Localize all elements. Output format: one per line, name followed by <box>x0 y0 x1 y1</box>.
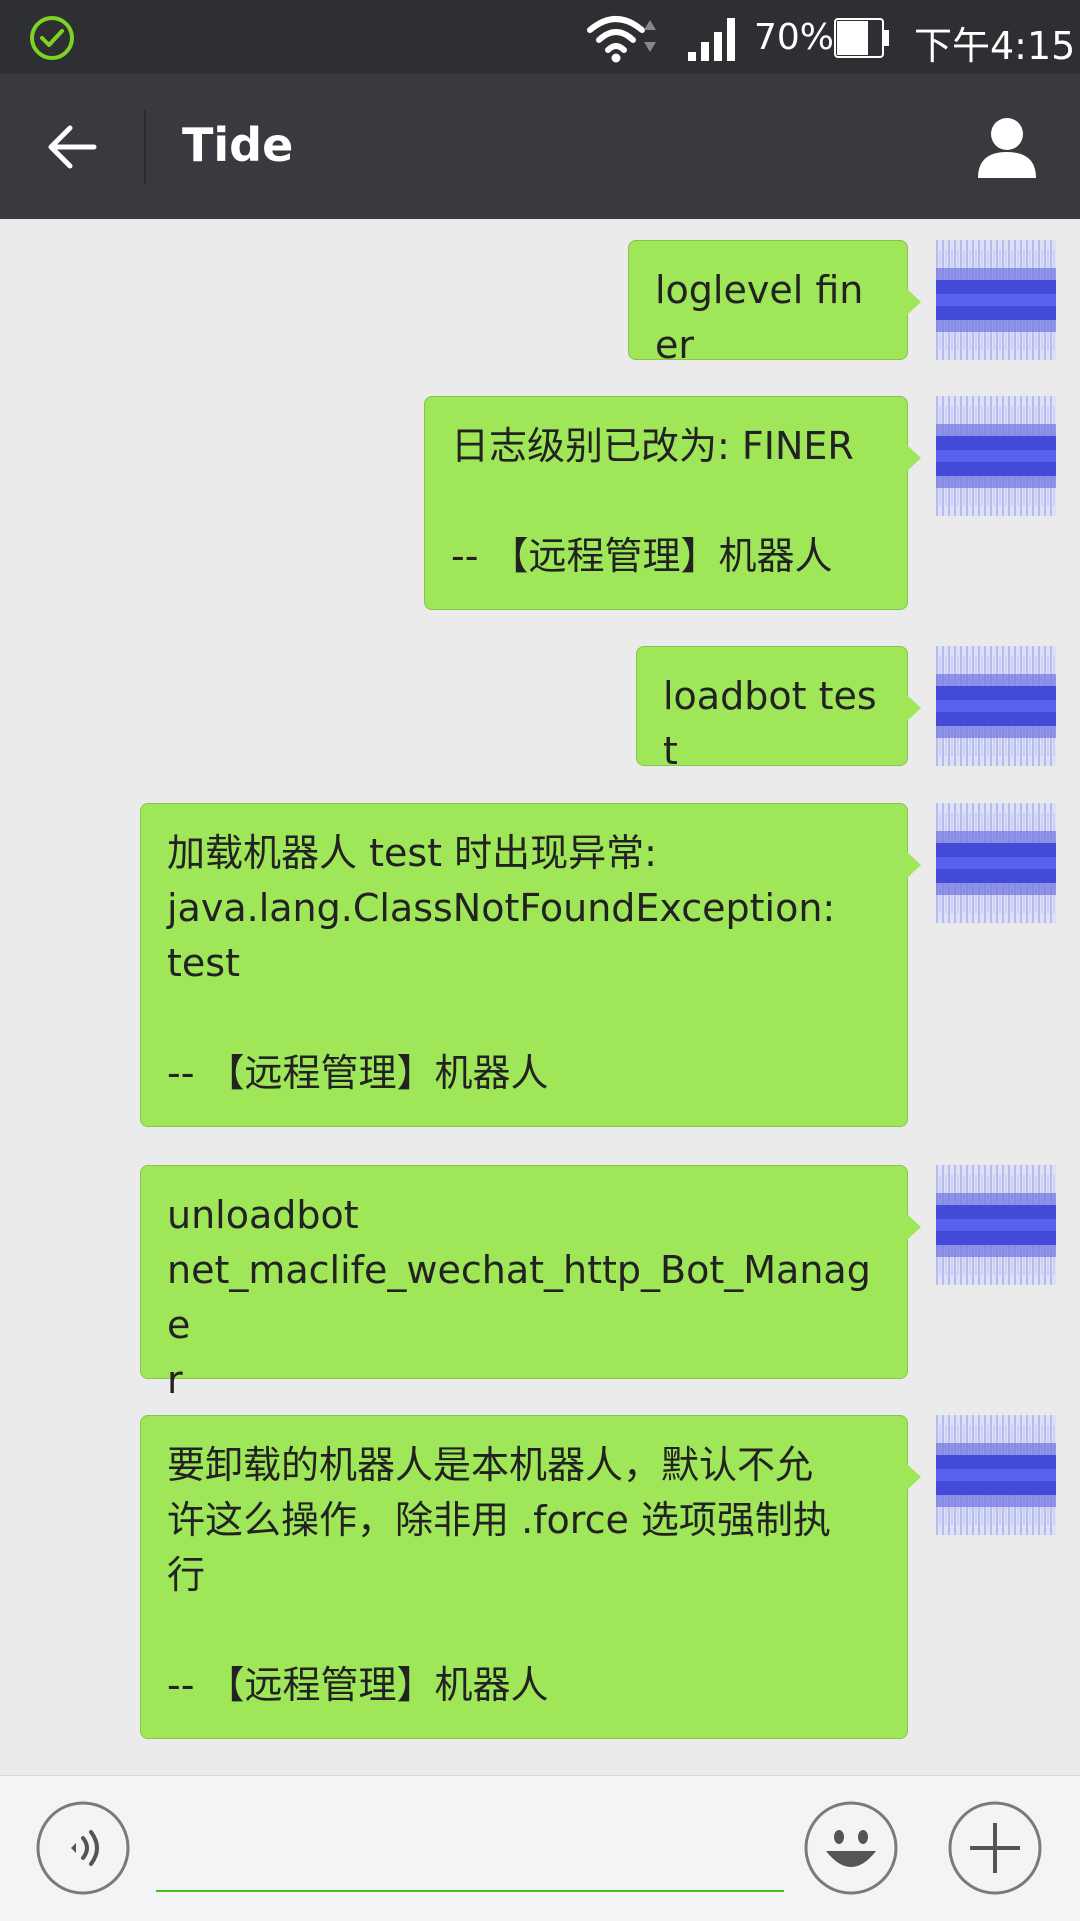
avatar[interactable] <box>936 240 1056 360</box>
battery-icon <box>834 18 889 58</box>
avatar[interactable] <box>936 646 1056 766</box>
message-bubble[interactable]: loglevel finer <box>628 240 921 367</box>
person-icon[interactable] <box>972 112 1042 182</box>
back-arrow-icon[interactable] <box>40 114 106 180</box>
battery-percent: 70% <box>754 17 835 58</box>
header-divider <box>144 110 146 184</box>
avatar[interactable] <box>936 1165 1056 1285</box>
voice-icon[interactable] <box>36 1801 130 1895</box>
message-bubble[interactable]: unloadbot net_maclife_wechat_http_Bot_Ma… <box>140 1165 921 1402</box>
chat-title: Tide <box>182 118 294 172</box>
avatar[interactable] <box>936 803 1056 923</box>
message-input[interactable] <box>156 1818 784 1892</box>
message-bubble[interactable]: 日志级别已改为: FINER -- 【远程管理】机器人 <box>424 396 921 610</box>
composer-bar <box>0 1775 1080 1921</box>
check-circle-icon <box>30 16 74 60</box>
message-bubble[interactable]: 加载机器人 test 时出现异常: java.lang.ClassNotFoun… <box>140 803 921 1127</box>
chat-header: Tide <box>0 74 1080 219</box>
signal-icon <box>688 18 735 61</box>
plus-icon[interactable] <box>948 1801 1042 1895</box>
clock: 下午4:15 <box>914 24 1076 68</box>
message-bubble[interactable]: loadbot test <box>636 646 921 773</box>
message-bubble[interactable]: 要卸载的机器人是本机器人，默认不允 许这么操作，除非用 .force 选项强制执… <box>140 1415 921 1739</box>
avatar[interactable] <box>936 1415 1056 1535</box>
message-list[interactable]: loglevel finer 日志级别已改为: FINER -- 【远程管理】机… <box>0 219 1080 1775</box>
wifi-icon <box>587 16 656 63</box>
emoji-icon[interactable] <box>804 1801 898 1895</box>
avatar[interactable] <box>936 396 1056 516</box>
status-bar: 70% 下午4:15 <box>0 0 1080 74</box>
